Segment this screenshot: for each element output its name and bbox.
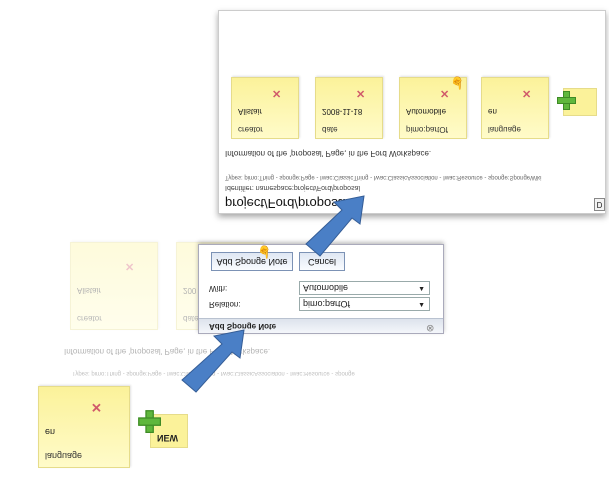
delete-icon[interactable]: ✕ [91,399,102,415]
add-sponge-note-button[interactable]: Add Sponge Note [211,252,293,271]
note-value: en [488,107,497,116]
relation-value: pimo:partOf [303,299,351,309]
sponge-note-partof[interactable]: pimo:partOf Automobile ✕ ☝ [399,76,467,139]
types-line: Types: pimo:Thing - sponge:Page - Iwac:C… [72,370,355,376]
cursor-icon: ☝ [257,245,272,259]
with-select[interactable]: Automobile ▲ [299,281,430,295]
dialog-title: Add Sponge Note [209,322,277,331]
note-value: Alistair [238,107,263,116]
relation-select[interactable]: pimo:partOf ▲ [299,297,430,311]
dialog-titlebar: Add Sponge Note ⊗ [199,318,443,333]
relation-label: Relation: [209,300,241,309]
note-value: 200 [183,286,197,295]
info-line: Information of the 'proposal' Page, in t… [64,347,271,356]
delete-icon[interactable]: ✕ [356,87,365,100]
cursor-icon: ☝ [450,76,465,90]
note-key: creator [77,314,102,323]
types-line: Types: pimo:Thing - sponge:Page - Iwac:C… [225,174,542,180]
note-value: en [45,427,56,437]
note-key: language [488,125,521,134]
note-key: date [322,125,338,134]
add-sponge-note-dialog: Add Sponge Note ⊗ Relation: pimo:partOf … [198,244,444,334]
page-title: project/Ford/proposal [225,196,348,211]
add-plus-icon[interactable] [557,92,575,110]
delete-icon: ✕ [125,260,135,272]
note-value: 2008-11-18 [322,107,363,116]
chevron-down-icon: ▲ [418,301,425,308]
info-line: Information of the 'proposal' Page, in t… [225,149,432,158]
add-plus-icon[interactable] [138,410,162,434]
with-label: With: [209,284,228,293]
note-key: pimo:partOf [406,125,448,134]
new-label: NEW [157,433,178,443]
note-key: date [183,314,199,323]
corner-button[interactable]: D [594,198,605,211]
with-value: Automobile [303,283,349,293]
sponge-note-language[interactable]: language en ✕ [38,386,130,468]
note-key: creator [238,125,263,134]
close-icon[interactable]: ⊗ [426,322,434,333]
note-key: language [45,451,83,461]
chevron-down-icon: ▲ [418,285,425,292]
identifier-line: Identifier: namespace:project/Ford/propo… [225,184,361,191]
delete-icon[interactable]: ✕ [522,87,531,100]
sponge-note-language[interactable]: language en ✕ [481,77,549,139]
delete-icon[interactable]: ✕ [440,87,449,100]
top-panel: project/Ford/proposal D Identifier: name… [218,10,606,214]
cancel-button[interactable]: Cancel [299,252,345,271]
sponge-note-creator: creator Alistair ✕ [70,242,158,330]
note-value: Automobile [406,107,447,116]
note-value: Alistair [77,286,102,295]
sponge-note-date[interactable]: date 2008-11-18 ✕ [315,77,383,139]
sponge-note-creator[interactable]: creator Alistair ✕ [231,77,299,139]
delete-icon[interactable]: ✕ [272,87,281,100]
